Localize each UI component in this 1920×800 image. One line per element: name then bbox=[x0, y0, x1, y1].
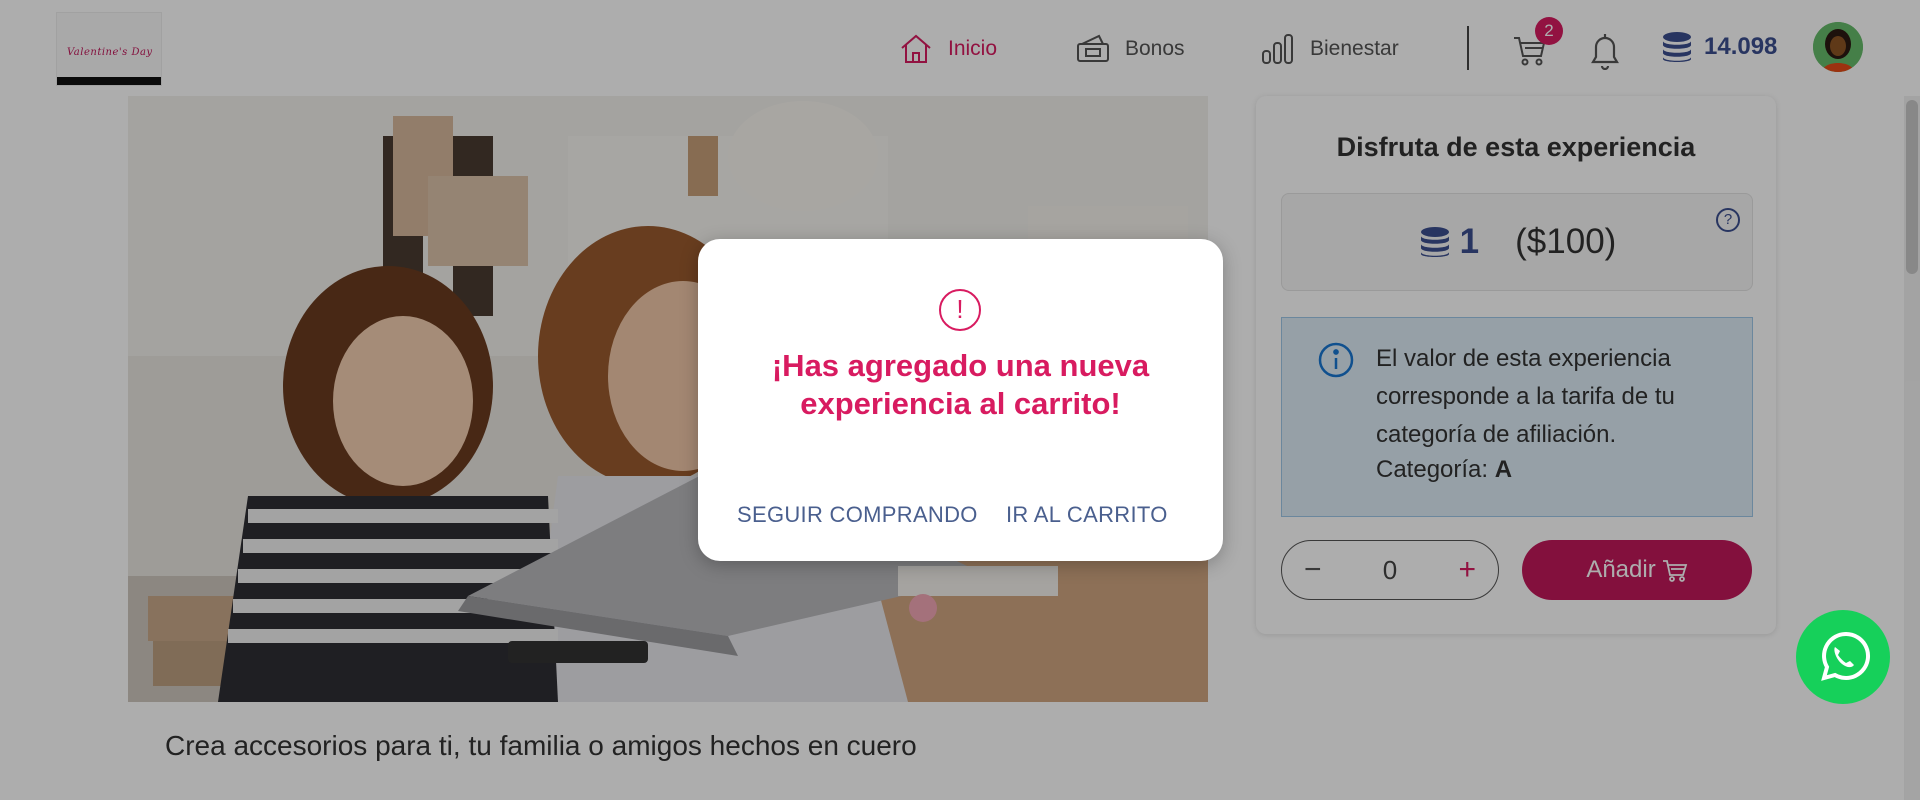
whatsapp-icon bbox=[1821, 631, 1871, 681]
go-to-cart-button[interactable]: IR AL CARRITO bbox=[1006, 502, 1168, 528]
continue-shopping-button[interactable]: SEGUIR COMPRANDO bbox=[737, 502, 978, 528]
whatsapp-button[interactable] bbox=[1796, 610, 1890, 704]
modal-title: ¡Has agregado una nueva experiencia al c… bbox=[771, 348, 1150, 421]
alert-icon: ! bbox=[939, 289, 981, 331]
added-to-cart-modal: ! ¡Has agregado una nueva experiencia al… bbox=[698, 239, 1223, 561]
